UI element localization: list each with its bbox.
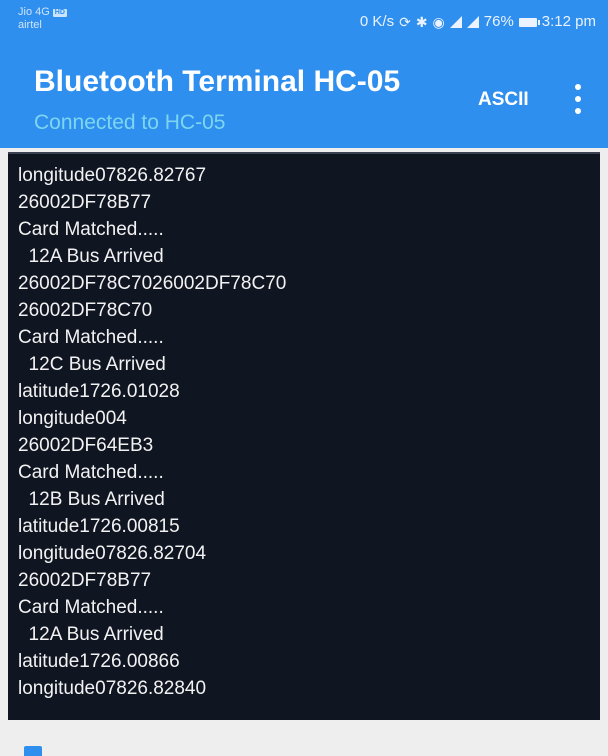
terminal-line: Card Matched.....	[18, 462, 164, 483]
app-title: Bluetooth Terminal HC-05	[34, 65, 401, 98]
sync-icon: ⟳	[399, 14, 411, 30]
battery-icon	[518, 17, 540, 27]
terminal-line: 26002DF64EB3	[18, 435, 154, 456]
carrier-bottom: airtel	[18, 19, 42, 31]
terminal-line: 26002DF78C7026002DF78C70	[18, 273, 287, 294]
battery-percent: 76%	[483, 13, 514, 30]
terminal-line: Card Matched.....	[18, 597, 164, 618]
terminal-line: latitude1726.00815	[18, 516, 180, 537]
terminal-line: 12A Bus Arrived	[18, 246, 164, 267]
terminal-line: longitude07826.82704	[18, 543, 207, 564]
net-speed: 0 K/s	[359, 13, 395, 30]
bottom-area	[0, 720, 608, 756]
status-icons: 0 K/s ⟳ ✱ ◉ 76% 3:12 pm	[360, 12, 596, 32]
carrier-top: Jio 4G	[18, 6, 50, 18]
terminal-line: Card Matched.....	[18, 219, 164, 240]
checkbox[interactable]	[24, 746, 42, 756]
eye-icon: ◉	[432, 14, 445, 30]
signal-icon-2	[466, 16, 479, 28]
bluetooth-icon: ✱	[415, 14, 428, 30]
terminal-line: 12A Bus Arrived	[18, 624, 164, 645]
terminal-line: 26002DF78C70	[18, 300, 153, 321]
terminal-line: longitude004	[18, 408, 127, 429]
terminal-line: longitude07826.82767	[18, 165, 207, 186]
terminal-line: 12C Bus Arrived	[18, 354, 166, 375]
terminal-line: Card Matched.....	[18, 327, 164, 348]
hd-badge: HD	[52, 8, 67, 17]
menu-dot	[575, 108, 581, 114]
status-bar: Jio 4G HD airtel 0 K/s ⟳ ✱ ◉ 76% 3:12 pm	[0, 0, 608, 44]
terminal-line: 26002DF78B77	[18, 192, 152, 213]
ascii-mode-button[interactable]: ASCII	[476, 86, 531, 114]
app-bar: Bluetooth Terminal HC-05 Connected to HC…	[0, 44, 608, 148]
carrier-info: Jio 4G HD airtel	[18, 6, 67, 32]
terminal-line: 26002DF78B77	[18, 570, 152, 591]
connection-status: Connected to HC-05	[34, 111, 226, 134]
terminal-line: 12B Bus Arrived	[18, 489, 165, 510]
terminal-line: latitude1726.00866	[18, 651, 180, 672]
menu-dot	[575, 96, 581, 102]
terminal-output[interactable]: longitude07826.82767 26002DF78B77 Card Mat…	[8, 152, 600, 722]
overflow-menu-icon[interactable]	[566, 82, 590, 118]
terminal-lines: longitude07826.82767 26002DF78B77 Card Mat…	[18, 162, 286, 702]
clock: 3:12 pm	[541, 13, 596, 30]
terminal-line: longitude07826.82840	[18, 678, 207, 699]
app-screen: Jio 4G HD airtel 0 K/s ⟳ ✱ ◉ 76% 3:12 pm…	[0, 0, 608, 756]
terminal-line: latitude1726.01028	[18, 381, 180, 402]
menu-dot	[575, 84, 581, 90]
signal-icon	[449, 16, 462, 28]
